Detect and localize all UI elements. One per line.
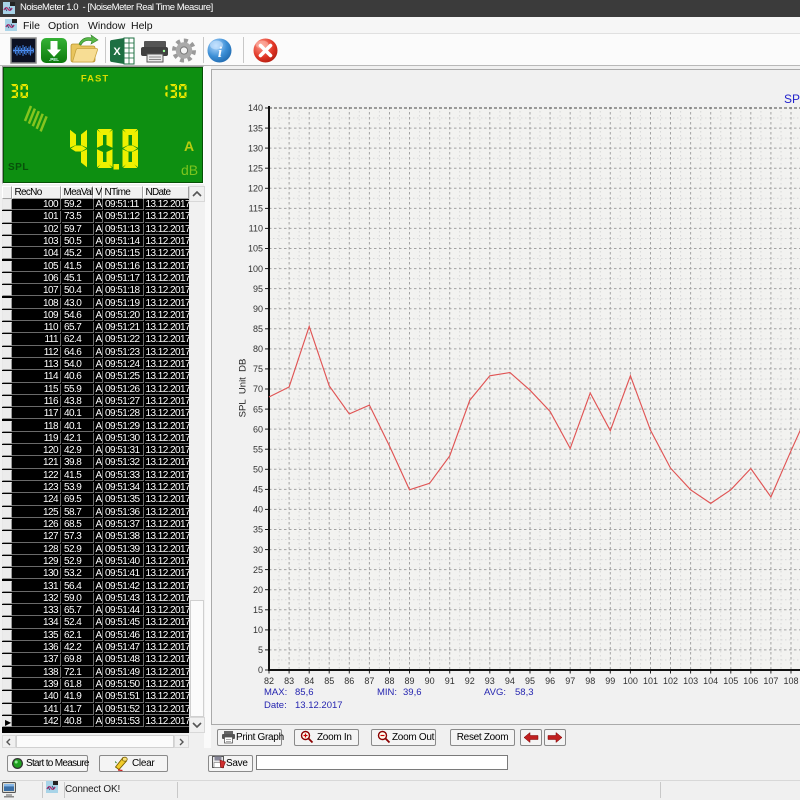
svg-text:dB: dB [181, 162, 198, 178]
svg-text:X: X [113, 46, 121, 58]
svg-text:.PEL: .PEL [49, 57, 59, 62]
svg-text:A: A [184, 138, 194, 154]
svg-text:SPL: SPL [8, 162, 29, 173]
svg-text:FAST: FAST [81, 74, 109, 85]
